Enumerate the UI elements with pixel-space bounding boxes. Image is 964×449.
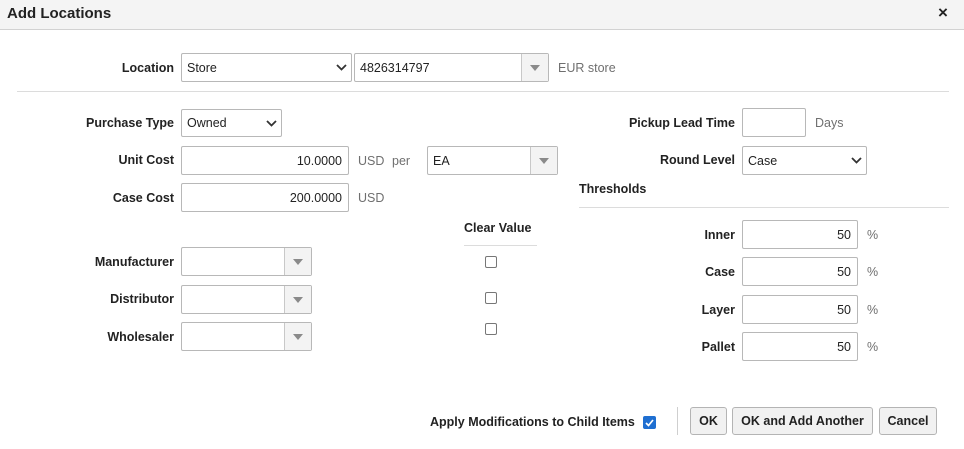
case-threshold-label: Case [705,265,735,279]
chevron-down-icon [331,64,351,71]
close-icon[interactable]: × [938,3,948,23]
layer-threshold-input[interactable]: 50 [742,295,858,324]
wholesaler-value[interactable] [182,323,284,350]
distributor-value[interactable] [182,286,284,313]
chevron-down-icon [846,157,866,164]
triangle-down-icon [530,64,540,71]
location-label: Location [121,61,174,75]
wholesaler-dropdown-button[interactable] [284,323,311,350]
case-cost-input[interactable]: 200.0000 [181,183,349,212]
location-id-combobox[interactable]: 4826314797 [354,53,549,82]
location-id-value[interactable]: 4826314797 [355,54,521,81]
apply-modifications-checkbox[interactable] [643,416,656,429]
unit-cost-input[interactable]: 10.0000 [181,146,349,175]
round-level-value: Case [748,153,778,168]
thresholds-divider [579,207,949,208]
distributor-clear-checkbox[interactable] [485,292,497,304]
manufacturer-value[interactable] [182,248,284,275]
layer-percent: % [867,303,879,317]
case-threshold-input[interactable]: 50 [742,257,858,286]
footer-separator [677,407,678,435]
ok-button[interactable]: OK [690,407,727,435]
manufacturer-clear-checkbox[interactable] [485,256,497,268]
pickup-lead-time-input[interactable] [742,108,806,137]
uom-combobox[interactable]: EA [427,146,558,175]
inner-label: Inner [704,228,735,242]
triangle-down-icon [539,157,549,164]
location-divider [17,91,949,92]
unit-cost-currency: USD [358,154,385,168]
uom-value[interactable]: EA [428,147,530,174]
cancel-button[interactable]: Cancel [879,407,937,435]
thresholds-header: Thresholds [579,182,647,196]
triangle-down-icon [293,258,303,265]
distributor-combobox[interactable] [181,285,312,314]
clear-value-divider [464,245,537,246]
apply-modifications-label: Apply Modifications to Child Items [430,415,635,429]
check-icon [645,418,654,427]
inner-percent: % [867,228,879,242]
location-type-value: Store [187,60,217,75]
location-type-select[interactable]: Store [181,53,352,82]
distributor-label: Distributor [110,292,174,306]
case-percent: % [867,265,879,279]
round-level-label: Round Level [659,153,735,167]
manufacturer-label: Manufacturer [94,255,174,269]
purchase-type-value: Owned [187,116,227,130]
dialog-title-bar [0,0,964,30]
unit-cost-label: Unit Cost [118,153,174,167]
pallet-threshold-input[interactable]: 50 [742,332,858,361]
uom-dropdown-button[interactable] [530,147,557,174]
dialog-title: Add Locations [7,5,112,22]
wholesaler-combobox[interactable] [181,322,312,351]
pallet-label: Pallet [701,340,735,354]
location-description: EUR store [558,61,616,75]
purchase-type-select[interactable]: Owned [181,109,282,137]
inner-threshold-input[interactable]: 50 [742,220,858,249]
manufacturer-dropdown-button[interactable] [284,248,311,275]
triangle-down-icon [293,296,303,303]
clear-value-header: Clear Value [464,221,532,235]
pickup-lead-time-label: Pickup Lead Time [628,116,735,130]
wholesaler-clear-checkbox[interactable] [485,323,497,335]
round-level-select[interactable]: Case [742,146,867,175]
triangle-down-icon [293,333,303,340]
wholesaler-label: Wholesaler [107,330,174,344]
purchase-type-label: Purchase Type [85,116,174,130]
manufacturer-combobox[interactable] [181,247,312,276]
unit-cost-per: per [392,154,411,168]
chevron-down-icon [261,119,281,127]
distributor-dropdown-button[interactable] [284,286,311,313]
pickup-lead-time-unit: Days [815,116,844,130]
case-cost-currency: USD [358,191,385,205]
layer-label: Layer [701,303,735,317]
location-id-dropdown-button[interactable] [521,54,548,81]
ok-and-add-another-button[interactable]: OK and Add Another [732,407,873,435]
pallet-percent: % [867,340,879,354]
case-cost-label: Case Cost [112,191,174,205]
